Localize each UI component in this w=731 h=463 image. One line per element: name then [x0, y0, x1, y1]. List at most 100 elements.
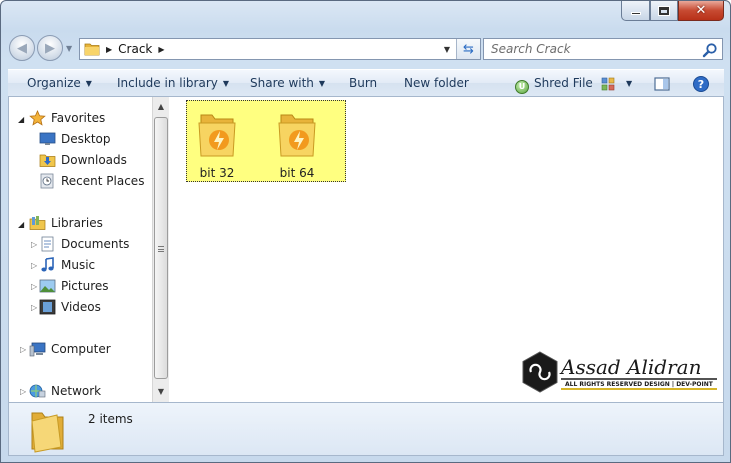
organize-menu[interactable]: Organize ▼: [27, 76, 92, 90]
address-history-dropdown[interactable]: ▼: [444, 45, 450, 54]
new-folder-button[interactable]: New folder: [404, 76, 469, 90]
sidebar-item-videos[interactable]: Videos: [39, 299, 101, 315]
refresh-icon: ⇆: [463, 41, 474, 57]
folder-lightning-icon: [278, 114, 316, 157]
collapse-triangle-icon[interactable]: ◢: [18, 115, 24, 124]
scroll-down-icon[interactable]: ▼: [153, 383, 169, 400]
file-item-bit-32[interactable]: bit 32: [187, 111, 247, 180]
watermark-name: Assad Alidran: [559, 355, 701, 379]
expand-triangle-icon[interactable]: ▷: [20, 345, 26, 354]
back-arrow-icon: ◀: [17, 40, 27, 56]
shred-file-label: Shred File: [534, 76, 593, 90]
back-button[interactable]: ◀: [9, 35, 35, 61]
sidebar-item-recent-places[interactable]: Recent Places: [39, 173, 144, 189]
expand-triangle-icon[interactable]: ▷: [31, 303, 37, 312]
search-input[interactable]: [491, 42, 691, 56]
collapse-triangle-icon[interactable]: ◢: [18, 220, 24, 229]
scroll-up-icon[interactable]: ▲: [153, 98, 169, 115]
libraries-icon: [29, 216, 46, 230]
sidebar-item-favorites[interactable]: Favorites: [29, 110, 105, 126]
recent-places-icon: [40, 173, 54, 189]
close-button[interactable]: ✕: [678, 1, 724, 21]
expand-triangle-icon[interactable]: ▷: [31, 240, 37, 249]
refresh-button[interactable]: ⇆: [456, 39, 480, 59]
star-icon: [29, 110, 46, 126]
minimize-icon: [630, 12, 641, 15]
explorer-window: ✕ ◀ ▶ ▼ ▶ Crack ▶ ▼ ⇆ Search Crack Organ…: [0, 0, 731, 463]
sidebar-item-label: Pictures: [61, 279, 109, 293]
sidebar-item-pictures[interactable]: Pictures: [39, 278, 109, 294]
sidebar-item-label: Downloads: [61, 153, 127, 167]
shred-file-button[interactable]: U Shred File: [515, 76, 593, 94]
item-count: 2 items: [88, 412, 133, 426]
address-bar[interactable]: ▶ Crack ▶ ▼ ⇆: [79, 38, 481, 60]
preview-pane-icon[interactable]: [653, 75, 671, 93]
file-name: bit 32: [199, 166, 235, 180]
scrollbar-thumb[interactable]: [154, 117, 168, 379]
chevron-down-icon: ▼: [222, 79, 230, 88]
share-with-menu[interactable]: Share with ▼: [250, 76, 325, 90]
sidebar-item-label: Computer: [51, 342, 111, 356]
sidebar-item-computer[interactable]: Computer: [29, 341, 111, 357]
computer-icon: [29, 342, 46, 357]
close-icon: ✕: [695, 3, 707, 18]
downloads-icon: [39, 154, 56, 167]
network-icon: [29, 384, 46, 398]
details-pane: 2 items: [8, 402, 724, 456]
burn-button[interactable]: Burn: [349, 76, 377, 90]
share-with-label: Share with: [250, 76, 314, 90]
breadcrumb-arrow-icon[interactable]: ▶: [106, 45, 112, 54]
sidebar-item-documents[interactable]: Documents: [39, 236, 129, 252]
change-view-icon[interactable]: [600, 75, 618, 93]
maximize-button[interactable]: [650, 1, 678, 21]
sidebar-item-label: Videos: [61, 300, 101, 314]
help-icon[interactable]: ?: [692, 75, 710, 93]
pictures-icon: [39, 279, 56, 293]
include-in-library-menu[interactable]: Include in library ▼: [117, 76, 229, 90]
shred-icon: U: [515, 80, 529, 94]
file-item-bit-64[interactable]: bit 64: [267, 111, 327, 180]
expand-triangle-icon[interactable]: ▷: [20, 387, 26, 396]
sidebar-item-label: Recent Places: [61, 174, 145, 188]
command-bar: Organize ▼ Include in library ▼ Share with…: [8, 69, 724, 97]
sidebar-item-label: Documents: [61, 237, 130, 251]
navigation-bar: ◀ ▶ ▼ ▶ Crack ▶ ▼ ⇆: [9, 35, 725, 63]
search-icon[interactable]: [702, 42, 718, 58]
search-box: [483, 38, 723, 60]
file-name: bit 64: [279, 166, 315, 180]
videos-icon: [39, 299, 56, 315]
grip-icon: [158, 246, 164, 252]
breadcrumb-arrow-icon[interactable]: ▶: [158, 45, 164, 54]
sidebar-item-libraries[interactable]: Libraries: [29, 215, 103, 231]
maximize-icon: [658, 5, 670, 16]
music-icon: [41, 257, 54, 272]
sidebar-item-label: Libraries: [51, 216, 103, 230]
expand-triangle-icon[interactable]: ▷: [31, 282, 37, 291]
organize-label: Organize: [27, 76, 81, 90]
watermark-tagline: ALL RIGHTS RESERVED DESIGN | DEV-POINT: [565, 381, 714, 388]
sidebar-item-downloads[interactable]: Downloads: [39, 152, 127, 168]
chevron-down-icon: ▼: [85, 79, 92, 88]
folder-lightning-icon: [198, 114, 236, 157]
sidebar-item-network[interactable]: Network: [29, 383, 101, 399]
watermark-logo: Assad Alidran ALL RIGHTS RESERVED DESIGN…: [522, 351, 717, 393]
expand-triangle-icon[interactable]: ▷: [31, 261, 37, 270]
breadcrumb-crack[interactable]: Crack: [118, 42, 152, 56]
desktop-icon: [39, 132, 56, 145]
sidebar-item-label: Music: [61, 258, 96, 272]
recent-pages-dropdown[interactable]: ▼: [66, 44, 72, 53]
selection-highlight: bit 32 bit 64: [186, 100, 346, 182]
caption-buttons: ✕: [621, 1, 724, 21]
chevron-down-icon: ▼: [318, 79, 326, 88]
documents-icon: [41, 236, 54, 252]
sidebar-item-label: Desktop: [61, 132, 111, 146]
nav-pane-scrollbar[interactable]: ▲ ▼: [152, 97, 169, 402]
folder-icon: [31, 412, 64, 453]
minimize-button[interactable]: [621, 1, 650, 21]
forward-arrow-icon: ▶: [45, 40, 55, 56]
navigation-pane: ◢ Favorites Desktop Downloads Recent Pla…: [9, 97, 152, 402]
forward-button[interactable]: ▶: [37, 35, 63, 61]
sidebar-item-music[interactable]: Music: [39, 257, 95, 273]
sidebar-item-desktop[interactable]: Desktop: [39, 131, 111, 147]
view-options-dropdown[interactable]: ▼: [626, 79, 632, 88]
